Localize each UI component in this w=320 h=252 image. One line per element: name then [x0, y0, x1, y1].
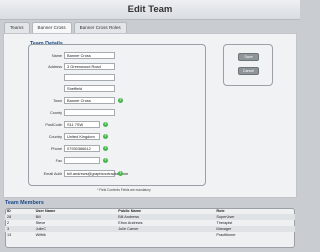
table-cell: Wilfrik: [35, 233, 46, 237]
fax-field[interactable]: [64, 157, 100, 164]
table-cell: [116, 232, 214, 238]
help-icon[interactable]: ?: [118, 98, 123, 103]
name-field[interactable]: Banner Cross: [64, 52, 115, 59]
help-icon[interactable]: ?: [103, 158, 108, 163]
team-members-table: ID User Name Public Name Role 28 Bill Bi…: [5, 208, 295, 238]
field-row-country: Country United Kingdom ?: [34, 132, 164, 141]
field-row-email: Email Addr bill.andrews@graphicsxtracker…: [34, 169, 164, 178]
table-cell: 13: [7, 233, 12, 237]
postcode-field[interactable]: S11 7SW: [64, 121, 100, 128]
help-icon[interactable]: ?: [103, 146, 108, 151]
phone-label: Phone: [51, 146, 62, 151]
team-members-section: Team Members ID User Name Public Name Ro…: [3, 200, 297, 250]
field-row-name: Name Banner Cross: [34, 51, 164, 60]
help-icon[interactable]: ?: [118, 171, 123, 176]
name-label: Name: [51, 53, 62, 58]
table-row[interactable]: 13 Wilfrik Practitioner: [5, 232, 295, 238]
help-icon[interactable]: ?: [103, 122, 108, 127]
tab-banner-cross[interactable]: Banner Cross: [31, 22, 72, 33]
address-line1-field[interactable]: 3 Greenwood Road: [64, 63, 115, 70]
email-field[interactable]: bill.andrews@graphicsxtracker.com: [64, 170, 128, 177]
team-members-title: Team Members: [5, 200, 44, 206]
field-row-address2: [34, 73, 164, 82]
town-label: Town: [53, 98, 62, 103]
email-label: Email Addr: [43, 171, 62, 176]
town-field[interactable]: Banner Cross: [64, 97, 115, 104]
tab-bar: Teams Banner Cross Banner Cross Roles: [4, 22, 127, 33]
table-cell: Practitioner: [216, 233, 236, 237]
field-row-postcode: PostCode S11 7SW ?: [34, 120, 164, 129]
address-line2-field[interactable]: [64, 74, 115, 81]
cancel-button[interactable]: Cancel: [238, 67, 259, 75]
tab-teams[interactable]: Teams: [4, 22, 30, 33]
help-icon[interactable]: ?: [103, 134, 108, 139]
actions-group: [223, 44, 273, 86]
county-field[interactable]: [64, 109, 115, 116]
address-label: Address: [48, 64, 62, 69]
save-button[interactable]: Save: [238, 53, 259, 61]
field-row-fax: Fax ?: [34, 156, 164, 165]
field-row-address3: Sheffield: [34, 84, 164, 93]
tab-banner-cross-roles[interactable]: Banner Cross Roles: [73, 22, 127, 33]
page-title: Edit Team: [127, 4, 173, 15]
country-label: Country: [48, 134, 62, 139]
postcode-label: PostCode: [45, 122, 62, 127]
county-label: County: [49, 110, 62, 115]
phone-field[interactable]: 07930366612: [64, 145, 100, 152]
field-row-phone: Phone 07930366612 ?: [34, 144, 164, 153]
page-header: Edit Team: [0, 0, 300, 20]
country-field[interactable]: United Kingdom: [64, 133, 100, 140]
field-row-town: Town Banner Cross ?: [34, 96, 164, 105]
fax-label: Fax: [55, 158, 62, 163]
address-line3-field[interactable]: Sheffield: [64, 85, 115, 92]
mandatory-note: * Field Contents Fields are mandatory: [97, 188, 151, 192]
field-row-county: County: [34, 108, 164, 117]
field-row-address: Address 3 Greenwood Road: [34, 62, 164, 71]
